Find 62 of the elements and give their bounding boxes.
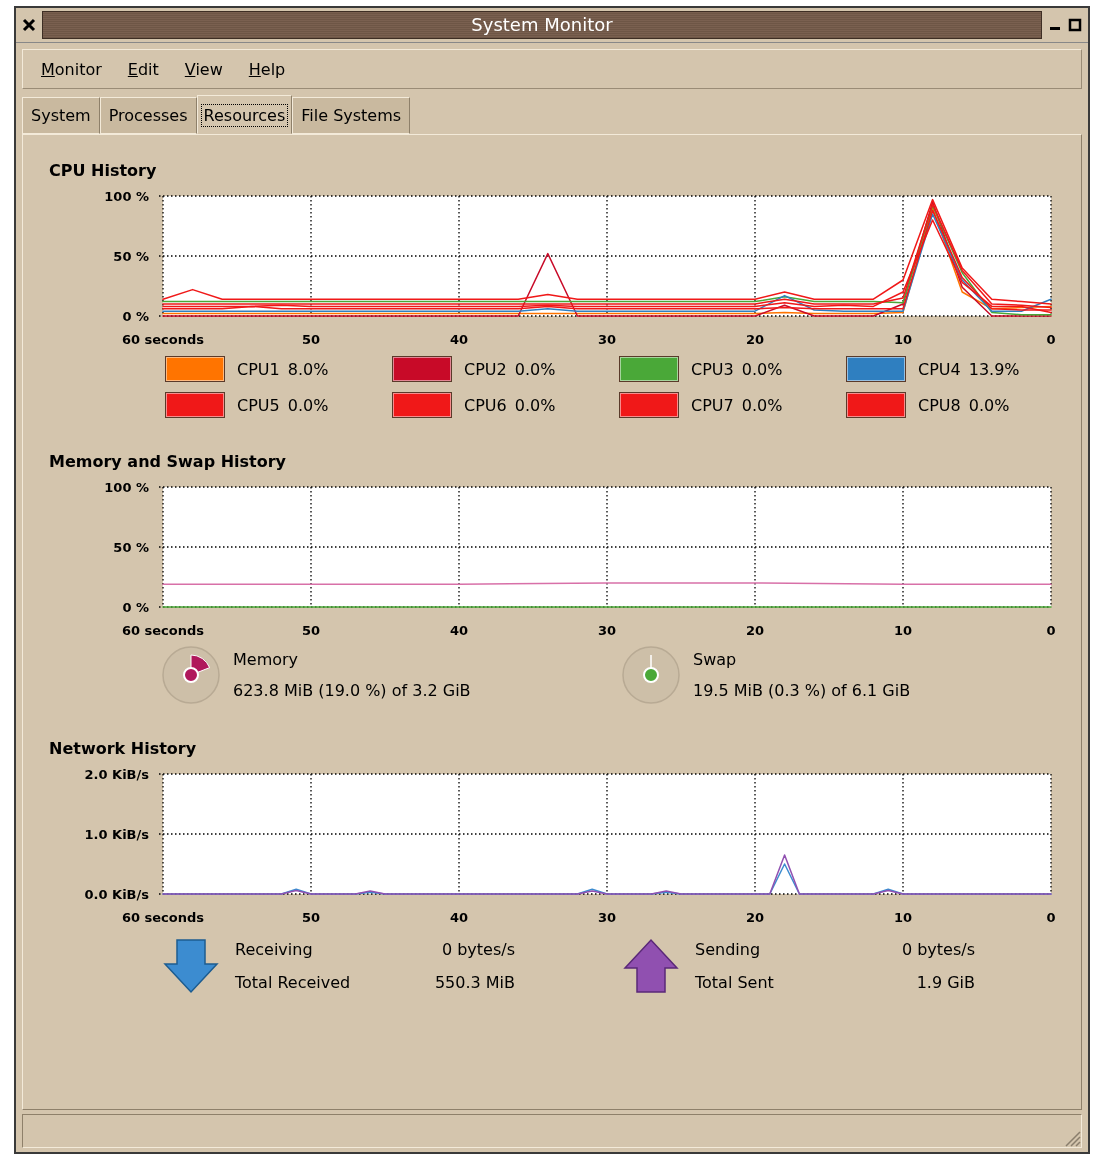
x-tick-label: 10 [893,332,913,347]
x-tick-label: 50 [301,623,321,638]
legend-value: 8.0% [287,359,329,379]
legend-label: CPU5 [237,395,280,415]
window-title: System Monitor [42,11,1042,39]
x-tick-label: 30 [597,332,617,347]
y-tick-label: 100 % [104,480,149,495]
meter-label: Swap [693,650,738,669]
legend-label: CPU4 [918,359,961,379]
stat-label: Total Received [235,973,352,992]
x-tick-label: 20 [745,910,765,925]
x-tick-label: 50 [301,910,321,925]
legend-label: CPU7 [691,395,734,415]
x-tick-label: 10 [893,623,913,638]
legend-value: 0.0% [514,395,556,415]
x-tick-label: 40 [449,910,469,925]
y-tick-label: 50 % [113,249,149,264]
legend-label: CPU8 [918,395,961,415]
meter-detail: 623.8 MiB (19.0 %) of 3.2 GiB [233,681,471,700]
x-tick-label: 60 seconds [121,623,205,638]
legend-value: 0.0% [287,395,329,415]
x-tick-label: 30 [597,910,617,925]
legend-label: CPU3 [691,359,734,379]
x-tick-label: 60 seconds [121,910,205,925]
x-tick-label: 0 [1046,332,1056,347]
meter-label: Memory [233,650,300,669]
legend-value: 0.0% [741,359,783,379]
y-tick-label: 50 % [113,540,149,555]
stat-value: 550.3 MiB [433,973,515,992]
legend-value: 0.0% [514,359,556,379]
legend-label: CPU6 [464,395,507,415]
y-tick-label: 1.0 KiB/s [84,827,149,842]
legend-value: 0.0% [968,395,1010,415]
x-tick-label: 60 seconds [121,332,205,347]
stat-value: 0 bytes/s [440,940,515,959]
x-tick-label: 30 [597,623,617,638]
stat-label: Receiving [235,940,314,959]
y-tick-label: 2.0 KiB/s [84,767,149,782]
x-tick-label: 0 [1046,910,1056,925]
meter-detail: 19.5 MiB (0.3 %) of 6.1 GiB [693,681,911,700]
legend-label: CPU1 [237,359,280,379]
legend-label: CPU2 [464,359,507,379]
x-tick-label: 20 [745,623,765,638]
stat-label: Total Sent [695,973,775,992]
x-tick-label: 40 [449,332,469,347]
x-tick-label: 50 [301,332,321,347]
y-tick-label: 0.0 KiB/s [84,887,149,902]
section-title: Network History [49,739,198,758]
legend-value: 0.0% [741,395,783,415]
y-tick-label: 0 % [122,600,149,615]
section-title: CPU History [49,161,158,180]
stat-value: 1.9 GiB [915,973,975,992]
y-tick-label: 0 % [122,309,149,324]
stat-value: 0 bytes/s [900,940,975,959]
y-tick-label: 100 % [104,189,149,204]
x-tick-label: 10 [893,910,913,925]
section-title: Memory and Swap History [49,452,288,471]
stat-label: Sending [695,940,762,959]
x-tick-label: 40 [449,623,469,638]
legend-value: 13.9% [968,359,1020,379]
x-tick-label: 0 [1046,623,1056,638]
x-tick-label: 20 [745,332,765,347]
